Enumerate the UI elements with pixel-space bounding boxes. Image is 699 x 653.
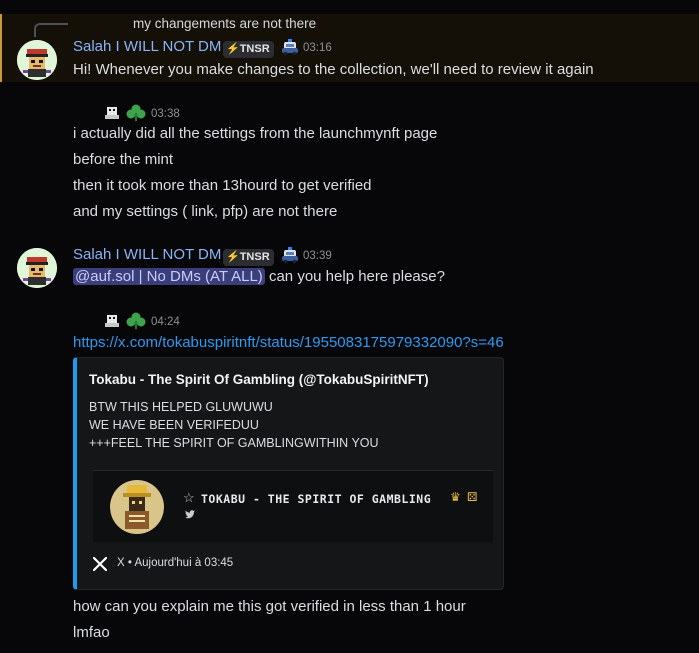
x-logo-icon [93, 557, 107, 571]
user-pixel-icon [105, 315, 119, 327]
clover-icon [126, 312, 146, 329]
username[interactable]: Salah I WILL NOT DM [73, 38, 221, 55]
message-line: before the mint [73, 151, 174, 168]
pixel-avatar-icon [17, 248, 57, 288]
lightning-icon: ⚡ [226, 43, 240, 55]
twitter-bird-icon [185, 510, 195, 519]
embed-description-line: BTW THIS HELPED GLUWUWU [89, 400, 273, 414]
timestamp[interactable]: 03:16 [303, 42, 332, 54]
embed-description-line: +++FEEL THE SPIRIT OF GAMBLINGWITHIN YOU [89, 436, 379, 450]
reply-preview-text[interactable]: my changements are not there [133, 16, 316, 31]
crown-icon: ♛ [450, 490, 461, 504]
message-line: then it took more than 13hourd to get ve… [73, 177, 372, 194]
reply-connector [34, 23, 68, 37]
avatar[interactable] [17, 248, 57, 288]
user-pixel-icon [105, 107, 119, 119]
timestamp[interactable]: 03:39 [303, 250, 332, 262]
avatar[interactable] [17, 40, 57, 80]
badge-label: TNSR [239, 251, 270, 263]
username[interactable]: Salah I WILL NOT DM [73, 246, 221, 263]
embed-title[interactable]: Tokabu - The Spirit Of Gambling (@Tokabu… [89, 372, 429, 387]
embed-description-line: WE HAVE BEEN VERIFEDUU [89, 418, 259, 432]
timestamp[interactable]: 03:38 [151, 108, 180, 120]
badge-label: TNSR [239, 43, 270, 55]
clover-icon [126, 104, 146, 121]
message-body: can you help here please? [268, 268, 445, 285]
message-text: Hi! Whenever you make changes to the col… [73, 61, 594, 78]
police-car-icon [282, 39, 298, 56]
timestamp[interactable]: 04:24 [151, 316, 180, 328]
card-title: TOKABU - THE SPIRIT OF GAMBLING [201, 492, 432, 506]
tag-badge[interactable]: ⚡TNSR [223, 41, 274, 58]
pixel-avatar-icon [17, 40, 57, 80]
tweet-link[interactable]: https://x.com/tokabuspiritnft/status/195… [73, 334, 504, 351]
embedded-profile-card[interactable]: ☆ TOKABU - THE SPIRIT OF GAMBLING ♛ ⚄ [93, 470, 493, 542]
message-line: and my settings ( link, pfp) are not the… [73, 203, 338, 220]
message-line: how can you explain me this got verified… [73, 598, 466, 615]
message-line: lmfao [73, 624, 110, 641]
message-text: @auf.sol | No DMs (AT ALL) can you help … [73, 268, 445, 285]
police-car-icon [282, 247, 298, 264]
star-icon: ☆ [183, 490, 195, 505]
embed-footer: X • Aujourd'hui à 03:45 [117, 557, 234, 569]
user-mention[interactable]: @auf.sol | No DMs (AT ALL) [73, 268, 265, 285]
tag-badge[interactable]: ⚡TNSR [223, 249, 274, 266]
lightning-icon: ⚡ [226, 251, 240, 263]
profile-image-icon [110, 480, 164, 534]
message-line: i actually did all the settings from the… [73, 125, 438, 142]
link-embed: Tokabu - The Spirit Of Gambling (@Tokabu… [73, 357, 504, 590]
dice-icon: ⚄ [467, 490, 478, 504]
